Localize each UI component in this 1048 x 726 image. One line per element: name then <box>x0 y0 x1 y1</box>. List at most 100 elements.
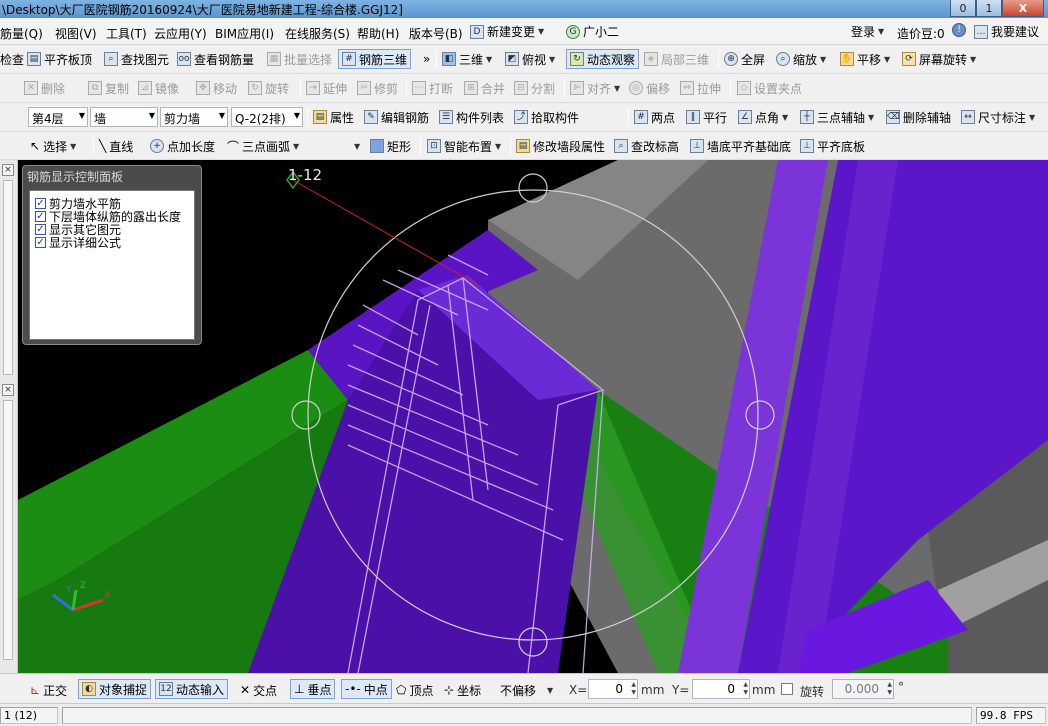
find-element-button[interactable]: ⌕ 查找图元 <box>104 49 169 69</box>
new-change-menu[interactable]: D 新建变更 ▼ <box>470 23 544 40</box>
menu-help[interactable]: 帮助(H) <box>357 25 399 42</box>
login-menu[interactable]: 登录 ▼ <box>851 23 884 40</box>
draw-mode-dropdown[interactable]: ▼ <box>354 136 360 156</box>
dock-scrollbar[interactable] <box>3 180 13 375</box>
menu-cloud[interactable]: 云应用(Y) <box>154 25 207 42</box>
menu-tools[interactable]: 工具(T) <box>106 25 147 42</box>
check-button[interactable]: 检查 <box>0 49 24 69</box>
check-elevation-button[interactable]: ⌕ 查改标高 <box>614 136 679 156</box>
properties-button[interactable]: ▤ 属性 <box>313 107 354 127</box>
zoom-button[interactable]: ⌕ 缩放 ▼ <box>776 49 826 69</box>
3d-view-label: 三维 <box>459 52 484 67</box>
set-grip-button[interactable]: ◇ 设置夹点 <box>737 78 802 98</box>
delete-button[interactable]: ✕ 删除 <box>24 78 65 98</box>
dock-scrollbar-2[interactable] <box>3 400 13 660</box>
menu-online[interactable]: 在线服务(S) <box>285 25 350 42</box>
menu-version[interactable]: 版本号(B) <box>409 25 463 42</box>
dynamic-input-button[interactable]: 12 动态输入 <box>155 679 229 699</box>
dimension-button[interactable]: ↔ 尺寸标注 ▼ <box>961 107 1035 127</box>
pick-component-button[interactable]: ⤴ 拾取构件 <box>514 107 579 127</box>
local-3d-button[interactable]: ◈ 局部三维 <box>644 49 709 69</box>
dynamic-orbit-button[interactable]: ↻ 动态观察 <box>566 49 640 69</box>
minimize-button[interactable]: 0 <box>950 0 976 17</box>
floor-value: 第4层 <box>32 112 64 126</box>
midpoint-snap-button[interactable]: -•- 中点 <box>341 679 392 699</box>
3d-view-button[interactable]: ◧ 三维 ▼ <box>442 49 492 69</box>
align-floor-slab-button[interactable]: ⊥ 平齐底板 <box>800 136 865 156</box>
vertex-snap-button[interactable]: ⬠ 顶点 <box>396 680 433 700</box>
suggest-button[interactable]: … 我要建议 <box>974 23 1039 40</box>
three-point-arc-button[interactable]: ⌒ 三点画弧 ▼ <box>227 136 299 156</box>
rebar-3d-button[interactable]: # 钢筋三维 <box>338 49 412 69</box>
perpendicular-icon: ⊥ <box>294 682 305 696</box>
perpendicular-label: 垂点 <box>307 682 332 697</box>
two-point-button[interactable]: # 两点 <box>634 107 675 127</box>
spin-icon[interactable]: ▲ ▼ <box>631 681 636 697</box>
perpendicular-snap-button[interactable]: ⊥ 垂点 <box>290 679 336 699</box>
rotate-input[interactable]: 0.000 ▲ ▼ <box>832 679 894 699</box>
point-angle-button[interactable]: ∠ 点角 ▼ <box>738 107 788 127</box>
view-rebar-qty-button[interactable]: oo 查看钢筋量 <box>177 49 254 69</box>
align-button[interactable]: ⊫ 对齐 ▼ <box>570 78 620 98</box>
object-snap-button[interactable]: ◐ 对象捕捉 <box>78 679 152 699</box>
elevation-icon: ⌕ <box>614 139 628 153</box>
menu-bim[interactable]: BIM应用(I) <box>215 25 274 42</box>
line-button[interactable]: ╲ 直线 <box>99 136 133 156</box>
maximize-button[interactable]: 1 <box>976 0 1002 17</box>
fullscreen-button[interactable]: ⊕ 全屏 <box>724 49 765 69</box>
rectangle-button[interactable]: 矩形 <box>370 136 411 156</box>
bell-button[interactable]: ! <box>952 23 966 37</box>
type-select[interactable]: 墙 ▼ <box>90 107 158 127</box>
stretch-button[interactable]: ⇔ 拉伸 <box>680 78 721 98</box>
checkbox-icon[interactable]: ✓ <box>35 237 46 248</box>
menu-view[interactable]: 视图(V) <box>55 25 97 42</box>
intersection-snap-button[interactable]: ✕ 交点 <box>240 680 277 700</box>
offset-button[interactable]: ◎ 偏移 <box>629 78 670 98</box>
floor-select[interactable]: 第4层 ▼ <box>28 107 88 127</box>
dock-close-icon[interactable]: × <box>2 164 14 176</box>
extend-button[interactable]: ⇥ 延伸 <box>306 78 347 98</box>
offset-mode-select[interactable]: 不偏移 ▼ <box>500 680 553 700</box>
top-view-button[interactable]: ◩ 俯视 ▼ <box>505 49 555 69</box>
close-button[interactable]: X <box>1002 0 1044 17</box>
split-button[interactable]: ⊟ 分割 <box>514 78 555 98</box>
spin-icon[interactable]: ▲ ▼ <box>887 681 892 697</box>
chevron-down-icon: ▼ <box>547 685 554 695</box>
spin-icon[interactable]: ▲ ▼ <box>743 681 748 697</box>
point-length-button[interactable]: + 点加长度 <box>150 136 215 156</box>
screen-rotate-button[interactable]: ⟳ 屏幕旋转 ▼ <box>902 49 976 69</box>
modify-wall-segment-button[interactable]: ▤ 修改墙段属性 <box>516 136 605 156</box>
delete-axis-button[interactable]: ⌫ 删除辅轴 <box>886 107 951 127</box>
mirror-button[interactable]: ⊿ 镜像 <box>138 78 179 98</box>
copy-button[interactable]: ⧉ 复制 <box>88 78 129 98</box>
rotate-button[interactable]: ↻ 旋转 <box>248 78 289 98</box>
batch-select-label: 批量选择 <box>284 52 333 67</box>
ortho-button[interactable]: ⊾ 正交 <box>30 680 67 700</box>
edit-rebar-button[interactable]: ✎ 编辑钢筋 <box>364 107 429 127</box>
rotate-checkbox[interactable] <box>781 683 793 695</box>
status-fps: 99.8 FPS <box>976 707 1046 724</box>
pan-button[interactable]: ✋ 平移 ▼ <box>840 49 890 69</box>
three-point-axis-button[interactable]: ┼ 三点辅轴 ▼ <box>800 107 874 127</box>
subtype-select[interactable]: 剪力墙 ▼ <box>160 107 228 127</box>
select-button[interactable]: ↖ 选择 ▼ <box>30 136 76 156</box>
trim-button[interactable]: ✂ 修剪 <box>357 78 398 98</box>
assistant-menu[interactable]: G 广小二 <box>566 23 619 40</box>
parallel-button[interactable]: ‖ 平行 <box>686 107 727 127</box>
smart-layout-button[interactable]: ⊡ 智能布置 ▼ <box>427 136 501 156</box>
option-show-detailed-formula[interactable]: ✓ 显示详细公式 <box>35 234 121 251</box>
y-input[interactable]: 0 ▲ ▼ <box>692 679 750 699</box>
batch-select-button[interactable]: ▦ 批量选择 <box>267 49 332 69</box>
x-input[interactable]: 0 ▲ ▼ <box>588 679 638 699</box>
wall-bottom-align-button[interactable]: ⊥ 墙底平齐基础底 <box>690 136 791 156</box>
merge-button[interactable]: ⊞ 合并 <box>464 78 505 98</box>
menu-rebar-qty[interactable]: 筋量(Q) <box>0 25 43 42</box>
component-list-button[interactable]: ☰ 构件列表 <box>439 107 504 127</box>
align-slab-top-button[interactable]: ▤ 平齐板顶 <box>27 49 92 69</box>
component-select[interactable]: Q-2(2排) ▼ <box>231 107 303 127</box>
dock-close-icon-2[interactable]: × <box>2 384 14 396</box>
move-button[interactable]: ✥ 移动 <box>196 78 237 98</box>
break-button[interactable]: ⋯ 打断 <box>412 78 453 98</box>
coordinate-snap-button[interactable]: ⊹ 坐标 <box>444 680 481 700</box>
overflow-button[interactable]: » <box>423 49 430 69</box>
